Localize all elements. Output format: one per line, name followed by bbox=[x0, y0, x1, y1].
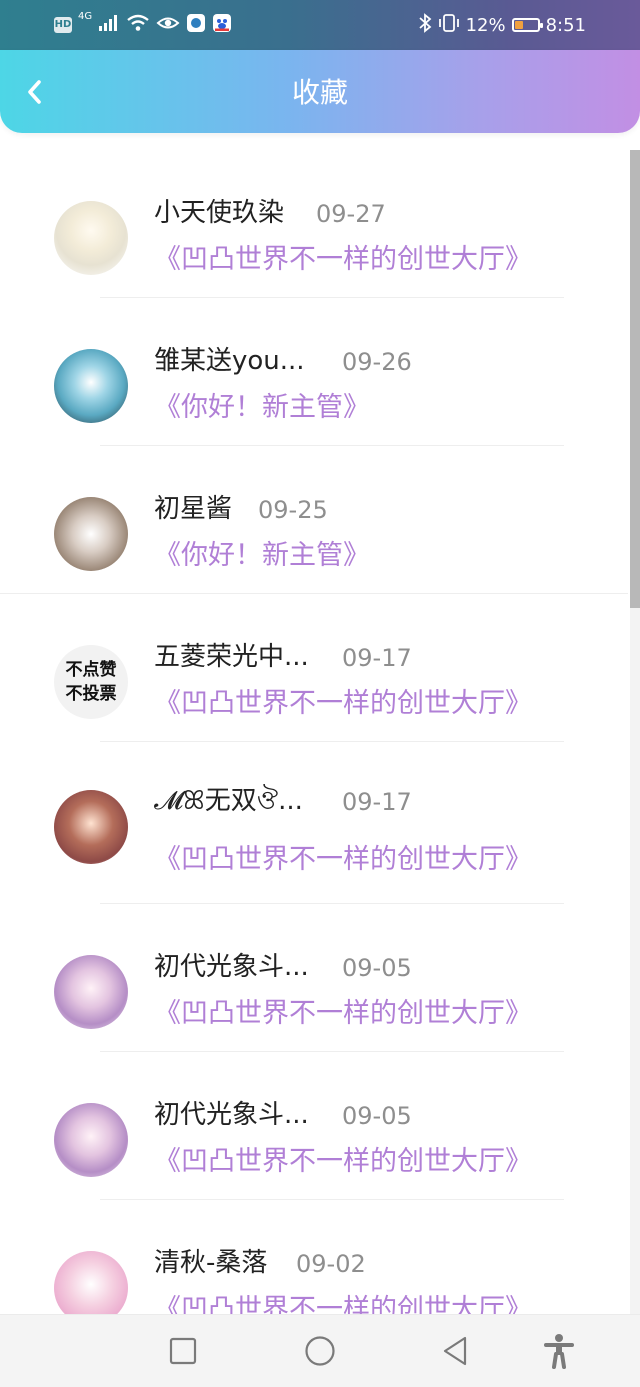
app-header: 收藏 bbox=[0, 50, 640, 133]
list-item[interactable]: 小天使玖染 09-27 《凹凸世界不一样的创世大厅》 bbox=[0, 150, 628, 298]
favorite-date: 09-25 bbox=[258, 496, 328, 524]
system-nav-bar bbox=[0, 1314, 640, 1387]
back-nav-button[interactable] bbox=[434, 1330, 476, 1372]
favorite-date: 09-27 bbox=[316, 200, 386, 228]
avatar[interactable] bbox=[54, 1251, 128, 1315]
scrollbar-thumb[interactable] bbox=[630, 150, 640, 608]
wifi-icon bbox=[126, 14, 150, 36]
recent-apps-icon bbox=[169, 1337, 197, 1365]
eye-icon bbox=[156, 14, 180, 36]
avatar[interactable] bbox=[54, 790, 128, 864]
story-title-link[interactable]: 《凹凸世界不一样的创世大厅》 bbox=[154, 687, 532, 721]
avatar[interactable]: 不点赞 不投票 bbox=[54, 645, 128, 719]
list-item[interactable]: 𝓜ꕤ无双ঔ... 09-17 《凹凸世界不一样的创世大厅》 bbox=[0, 742, 628, 904]
network-type-label: 4G bbox=[78, 11, 93, 22]
home-icon bbox=[305, 1336, 335, 1366]
back-triangle-icon bbox=[443, 1336, 467, 1366]
list-item[interactable]: 不点赞 不投票 五菱荣光中... 09-17 《凹凸世界不一样的创世大厅》 bbox=[0, 594, 628, 742]
author-name[interactable]: 五菱荣光中... bbox=[154, 640, 309, 674]
baidu-icon bbox=[212, 13, 232, 37]
hd-badge: HD bbox=[54, 17, 72, 33]
story-title-link[interactable]: 《凹凸世界不一样的创世大厅》 bbox=[154, 243, 532, 277]
accessibility-icon bbox=[544, 1334, 574, 1369]
avatar-text-line: 不点赞 bbox=[65, 660, 117, 680]
favorite-date: 09-17 bbox=[342, 788, 412, 816]
avatar[interactable] bbox=[54, 349, 128, 423]
favorite-date: 09-05 bbox=[342, 954, 412, 982]
status-right-group: 12% 8:51 bbox=[418, 12, 586, 38]
list-item[interactable]: 初星酱 09-25 《你好！新主管》 bbox=[0, 446, 628, 594]
app-icon bbox=[186, 13, 206, 37]
story-title-link[interactable]: 《凹凸世界不一样的创世大厅》 bbox=[154, 997, 532, 1031]
accessibility-button[interactable] bbox=[538, 1330, 580, 1372]
clock: 8:51 bbox=[545, 14, 586, 36]
favorite-date: 09-02 bbox=[296, 1250, 366, 1278]
list-item[interactable]: 初代光象斗... 09-05 《凹凸世界不一样的创世大厅》 bbox=[0, 904, 628, 1052]
battery-percent: 12% bbox=[465, 14, 506, 36]
favorite-date: 09-17 bbox=[342, 644, 412, 672]
avatar[interactable] bbox=[54, 497, 128, 571]
page-title: 收藏 bbox=[291, 76, 348, 109]
list-item[interactable]: 清秋-桑落 09-02 《凹凸世界不一样的创世大厅》 bbox=[0, 1200, 628, 1315]
story-title-link[interactable]: 《你好！新主管》 bbox=[154, 391, 370, 425]
avatar-text-line: 不投票 bbox=[65, 684, 117, 704]
story-title-link[interactable]: 《凹凸世界不一样的创世大厅》 bbox=[154, 1293, 532, 1315]
list-item[interactable]: 初代光象斗... 09-05 《凹凸世界不一样的创世大厅》 bbox=[0, 1052, 628, 1200]
avatar[interactable] bbox=[54, 1103, 128, 1177]
favorites-screen: HD 4G 12% 8:51 收藏 小天使玖染 09-27 《凹凸世界不一样的创… bbox=[0, 0, 640, 1387]
story-title-link[interactable]: 《凹凸世界不一样的创世大厅》 bbox=[154, 843, 532, 877]
favorite-date: 09-05 bbox=[342, 1102, 412, 1130]
battery-icon bbox=[511, 18, 543, 32]
favorite-date: 09-26 bbox=[342, 348, 412, 376]
author-name[interactable]: 清秋-桑落 bbox=[154, 1246, 267, 1280]
status-left-group: HD 4G bbox=[54, 12, 232, 38]
author-name[interactable]: 小天使玖染 bbox=[154, 196, 284, 230]
story-title-link[interactable]: 《凹凸世界不一样的创世大厅》 bbox=[154, 1145, 532, 1179]
battery-level-fill bbox=[514, 21, 523, 29]
recent-apps-button[interactable] bbox=[162, 1330, 204, 1372]
author-name[interactable]: 初星酱 bbox=[154, 492, 232, 526]
status-bar: HD 4G 12% 8:51 bbox=[0, 0, 640, 50]
bluetooth-icon bbox=[418, 12, 432, 38]
vibrate-icon bbox=[438, 13, 460, 38]
story-title-link[interactable]: 《你好！新主管》 bbox=[154, 539, 370, 573]
author-name[interactable]: 初代光象斗... bbox=[154, 1098, 309, 1132]
list-item[interactable]: 雏某送you... 09-26 《你好！新主管》 bbox=[0, 298, 628, 446]
author-name[interactable]: 雏某送you... bbox=[154, 344, 305, 378]
avatar[interactable] bbox=[54, 955, 128, 1029]
author-name[interactable]: 𝓜ꕤ无双ঔ... bbox=[154, 784, 303, 818]
home-button[interactable] bbox=[299, 1330, 341, 1372]
author-name[interactable]: 初代光象斗... bbox=[154, 950, 309, 984]
avatar[interactable] bbox=[54, 201, 128, 275]
signal-icon bbox=[98, 14, 120, 36]
favorites-list[interactable]: 小天使玖染 09-27 《凹凸世界不一样的创世大厅》 雏某送you... 09-… bbox=[0, 150, 628, 1315]
